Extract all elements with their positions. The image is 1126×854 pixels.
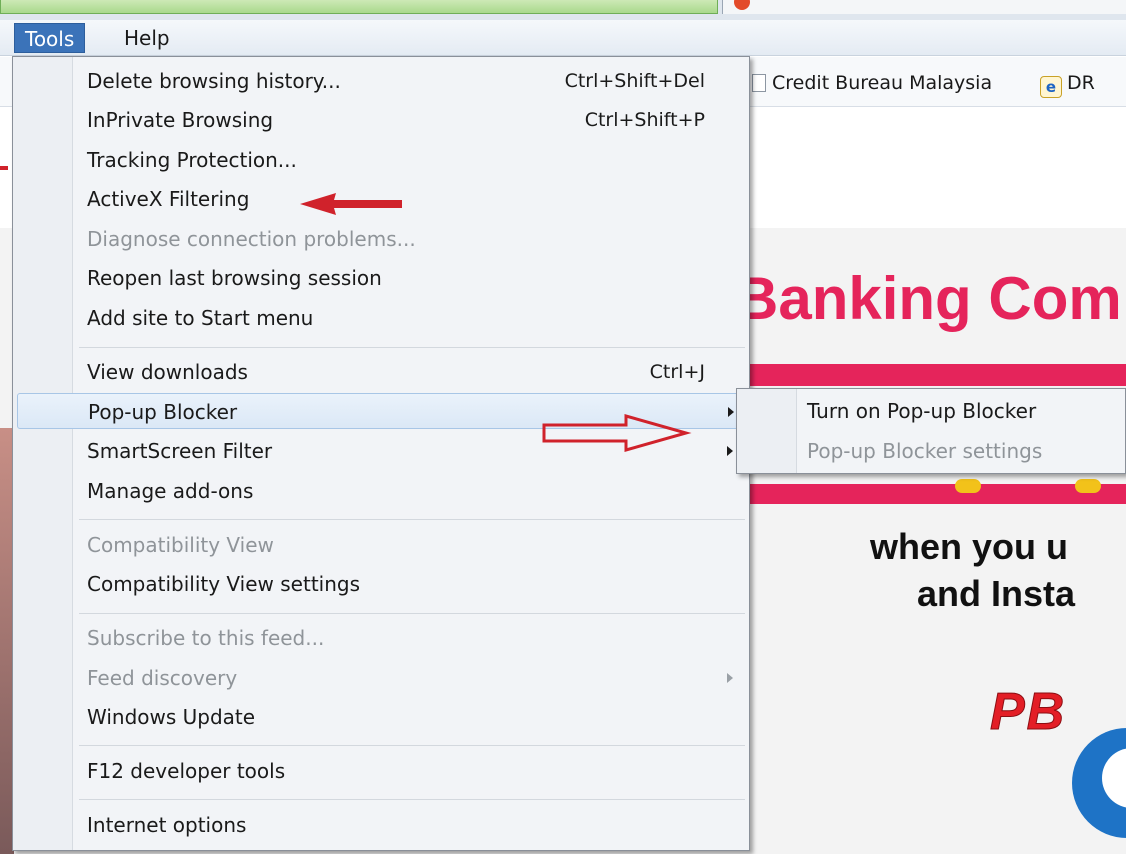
menu-item-label: Diagnose connection problems... (87, 227, 416, 251)
menu-bar: Tools Help (0, 20, 1126, 56)
menu-item-internet-options[interactable]: Internet options (17, 807, 745, 843)
menu-item-label: Add site to Start menu (87, 306, 314, 330)
menu-item-label: Internet options (87, 813, 247, 837)
menu-item-feed-discovery: Feed discovery (17, 660, 745, 696)
favorite-dr[interactable]: e DR (1040, 69, 1095, 98)
hero-line-1: when you u (870, 526, 1068, 567)
browser-tab[interactable] (722, 0, 1126, 14)
hero-line-2: and Insta (917, 573, 1076, 614)
menu-item-manage-addons[interactable]: Manage add-ons (17, 473, 745, 509)
favorite-credit-bureau[interactable]: Credit Bureau Malaysia (752, 69, 992, 97)
menu-item-view-downloads[interactable]: View downloads Ctrl+J (17, 354, 745, 390)
menu-separator (79, 745, 745, 746)
submenu-arrow-icon (727, 446, 733, 456)
hero-title: Banking Com (735, 265, 1122, 332)
menu-item-shortcut: Ctrl+J (649, 361, 705, 383)
submenu-item-popup-blocker-settings: Pop-up Blocker settings (807, 439, 1043, 463)
menu-item-label: Windows Update (87, 705, 256, 729)
menu-item-delete-browsing-history[interactable]: Delete browsing history... Ctrl+Shift+De… (17, 63, 745, 99)
ie-icon: e (1040, 76, 1062, 98)
menu-item-label: View downloads (87, 360, 248, 384)
popup-blocker-submenu: Turn on Pop-up Blocker Pop-up Blocker se… (736, 388, 1126, 474)
menu-item-label: Compatibility View settings (87, 572, 361, 596)
hero-dot (955, 479, 981, 493)
menu-item-label: Tracking Protection... (87, 148, 297, 172)
menu-item-f12-developer-tools[interactable]: F12 developer tools (17, 753, 745, 789)
menu-separator (79, 519, 745, 520)
menu-item-shortcut: Ctrl+Shift+Del (564, 70, 705, 92)
submenu-arrow-icon (728, 407, 734, 417)
hero-dot (1075, 479, 1101, 493)
menu-item-label: F12 developer tools (87, 759, 286, 783)
menu-item-label: Subscribe to this feed... (87, 626, 325, 650)
menu-item-tracking-protection[interactable]: Tracking Protection... (17, 142, 745, 178)
menu-item-diagnose-connection: Diagnose connection problems... (17, 221, 745, 257)
menu-item-label: SmartScreen Filter (87, 439, 273, 463)
menu-item-label: Delete browsing history... (87, 69, 341, 93)
menu-item-compatibility-view-settings[interactable]: Compatibility View settings (17, 566, 745, 602)
menu-separator (79, 613, 745, 614)
address-bar-secure[interactable] (0, 0, 718, 14)
menu-item-reopen-last-session[interactable]: Reopen last browsing session (17, 260, 745, 296)
menu-item-label: Feed discovery (87, 666, 238, 690)
menu-item-add-site-start-menu[interactable]: Add site to Start menu (17, 300, 745, 336)
page-decoration (0, 166, 8, 170)
menu-item-label: ActiveX Filtering (87, 187, 250, 211)
menu-item-label: InPrivate Browsing (87, 108, 274, 132)
menu-item-inprivate-browsing[interactable]: InPrivate Browsing Ctrl+Shift+P (17, 102, 745, 138)
menu-item-label: Pop-up Blocker (88, 400, 238, 424)
pb-logo: PB (989, 683, 1067, 742)
submenu-icon-gutter (737, 389, 797, 473)
menu-tools[interactable]: Tools (14, 23, 86, 53)
menu-item-label: Reopen last browsing session (87, 266, 382, 290)
menu-item-shortcut: Ctrl+Shift+P (584, 109, 705, 131)
menu-help[interactable]: Help (114, 23, 180, 53)
menu-item-subscribe-feed: Subscribe to this feed... (17, 620, 745, 656)
submenu-arrow-icon (727, 673, 733, 683)
annotation-arrow-right-icon (542, 414, 692, 452)
annotation-arrow-left-icon (300, 193, 402, 215)
page-icon (752, 74, 766, 92)
menu-item-label: Compatibility View (87, 533, 274, 557)
menu-item-windows-update[interactable]: Windows Update (17, 699, 745, 735)
menu-item-compatibility-view: Compatibility View (17, 527, 745, 563)
submenu-item-turn-on-popup-blocker[interactable]: Turn on Pop-up Blocker (807, 393, 1036, 429)
favorite-label: DR (1067, 72, 1095, 94)
favorite-label: Credit Bureau Malaysia (772, 72, 993, 94)
menu-item-label: Manage add-ons (87, 479, 254, 503)
menu-separator (79, 347, 745, 348)
menu-separator (79, 799, 745, 800)
